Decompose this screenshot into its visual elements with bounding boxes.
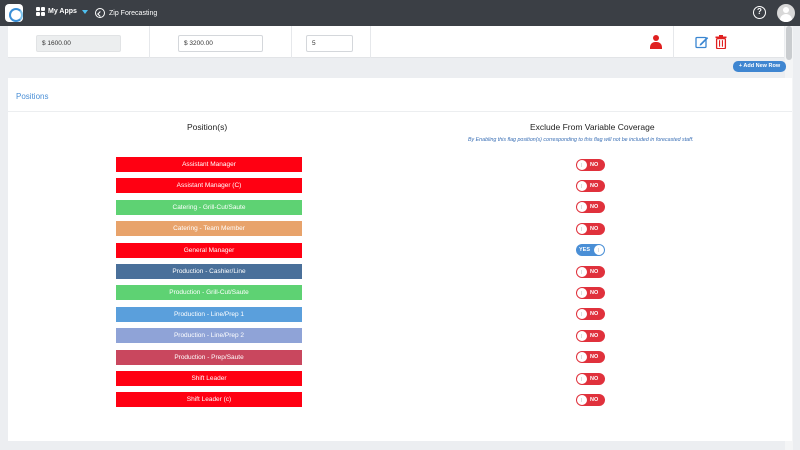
toggle-state-label: NO <box>590 354 599 361</box>
toggle-knob <box>577 266 587 277</box>
positions-section: Positions Position(s) Exclude From Varia… <box>8 78 792 441</box>
toggle-state-label: NO <box>590 311 599 318</box>
position-label: Production - Line/Prep 1 <box>116 306 302 322</box>
toggle-state-label: NO <box>590 268 599 275</box>
toggle-knob <box>577 159 587 170</box>
position-label: Production - Cashier/Line <box>116 264 302 279</box>
position-label: Assistant Manager <box>116 157 302 172</box>
column-divider <box>370 26 371 58</box>
toggle-state-label: NO <box>590 161 599 168</box>
toggle-state-label: YES <box>579 247 591 254</box>
app-title: Zip Forecasting <box>109 9 158 17</box>
position-label: Catering - Team Member <box>116 221 302 237</box>
budget-field-readonly: $ 1600.00 <box>36 35 121 52</box>
exclude-column-header: Exclude From Variable Coverage <box>530 122 655 132</box>
position-label: General Manager <box>116 242 302 258</box>
edit-icon[interactable] <box>695 35 709 49</box>
exclude-toggle[interactable]: NO <box>576 158 605 171</box>
my-apps-label: My Apps <box>48 8 77 15</box>
back-arrow-icon <box>95 8 105 18</box>
toggle-knob <box>577 352 587 363</box>
column-divider <box>149 26 150 58</box>
toggle-knob <box>577 309 587 320</box>
user-avatar[interactable] <box>777 4 795 22</box>
back-to-app-button[interactable]: Zip Forecasting <box>95 8 157 18</box>
exclude-toggle[interactable]: NO <box>576 351 605 364</box>
column-divider <box>673 26 674 58</box>
column-divider <box>291 26 292 58</box>
exclude-toggle[interactable]: NO <box>576 393 605 406</box>
toggle-knob <box>577 394 587 405</box>
count-field[interactable]: 5 <box>306 35 353 52</box>
person-icon[interactable] <box>650 35 662 49</box>
toggle-knob <box>577 223 587 234</box>
exclude-toggle[interactable]: NO <box>576 329 605 342</box>
toggle-state-label: NO <box>590 332 599 339</box>
delete-icon[interactable] <box>715 35 727 49</box>
exclude-toggle[interactable]: NO <box>576 308 605 321</box>
exclude-toggle[interactable]: NO <box>576 265 605 278</box>
toggle-state-label: NO <box>590 204 599 211</box>
top-bar: My Apps Zip Forecasting ? <box>0 0 800 26</box>
toggle-knob <box>594 245 604 256</box>
toggle-knob <box>577 287 587 298</box>
help-icon[interactable]: ? <box>753 6 766 19</box>
budget-field[interactable]: $ 3200.00 <box>178 35 263 52</box>
exclude-toggle[interactable]: YES <box>576 244 605 257</box>
position-label: Production - Grill-Cut/Saute <box>116 285 302 301</box>
chevron-down-icon <box>81 9 88 14</box>
position-label: Production - Prep/Saute <box>116 349 302 365</box>
position-label: Shift Leader <box>116 371 302 386</box>
position-label: Shift Leader (c) <box>116 392 302 408</box>
my-apps-menu[interactable]: My Apps <box>36 7 88 16</box>
exclude-toggle[interactable]: NO <box>576 222 605 235</box>
position-label: Assistant Manager (C) <box>116 178 302 194</box>
shift-row: $ 1600.00 $ 3200.00 5 <box>8 26 784 58</box>
toggle-state-label: NO <box>590 289 599 296</box>
toggle-knob <box>577 330 587 341</box>
toggle-knob <box>577 180 587 191</box>
position-label: Production - Line/Prep 2 <box>116 328 302 344</box>
positions-column-header: Position(s) <box>187 122 228 132</box>
section-title: Positions <box>16 92 49 101</box>
exclude-toggle[interactable]: NO <box>576 179 605 192</box>
scrollbar-thumb[interactable] <box>786 26 792 60</box>
app-logo-icon[interactable] <box>5 4 23 22</box>
toggle-state-label: NO <box>590 225 599 232</box>
section-divider <box>8 111 792 112</box>
exclude-note: By Enabling this flag position(s) corres… <box>468 137 694 143</box>
toggle-state-label: NO <box>590 182 599 189</box>
add-new-row-button[interactable]: + Add New Row <box>733 61 786 72</box>
toggle-state-label: NO <box>590 396 599 403</box>
toggle-knob <box>577 373 587 384</box>
exclude-toggle[interactable]: NO <box>576 372 605 385</box>
position-label: Catering - Grill-Cut/Saute <box>116 199 302 215</box>
toggle-knob <box>577 202 587 213</box>
toggle-state-label: NO <box>590 375 599 382</box>
exclude-toggle[interactable]: NO <box>576 201 605 214</box>
exclude-toggle[interactable]: NO <box>576 286 605 299</box>
apps-grid-icon <box>36 7 45 16</box>
